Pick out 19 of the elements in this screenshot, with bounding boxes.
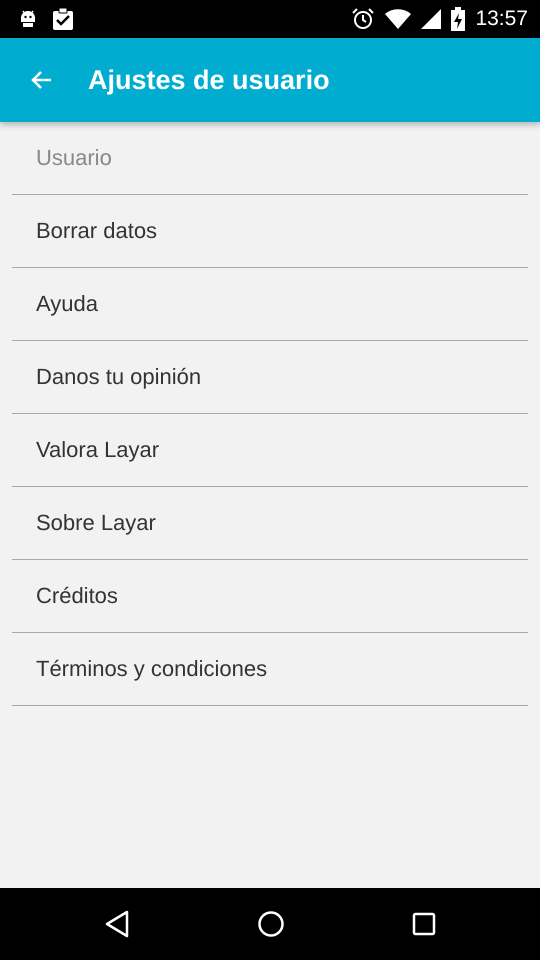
wifi-icon [385, 9, 412, 29]
settings-item[interactable]: Sobre Layar [12, 487, 528, 560]
alarm-icon [351, 7, 376, 31]
back-triangle-icon[interactable] [104, 910, 130, 938]
battery-charging-icon [451, 7, 466, 31]
settings-item[interactable]: Danos tu opinión [12, 341, 528, 414]
settings-item[interactable]: Valora Layar [12, 414, 528, 487]
android-icon [18, 8, 38, 30]
recents-square-icon[interactable] [412, 912, 436, 936]
settings-item[interactable]: Ayuda [12, 268, 528, 341]
home-circle-icon[interactable] [256, 910, 285, 938]
section-header: Usuario [12, 122, 528, 195]
signal-icon [421, 9, 442, 29]
screen-title: Ajustes de usuario [88, 64, 330, 96]
settings-item[interactable]: Créditos [12, 560, 528, 633]
clipboard-check-icon [52, 8, 74, 30]
settings-item[interactable]: Términos y condiciones [12, 633, 528, 706]
clock-time: 13:57 [475, 7, 528, 31]
settings-item[interactable]: Borrar datos [12, 195, 528, 268]
